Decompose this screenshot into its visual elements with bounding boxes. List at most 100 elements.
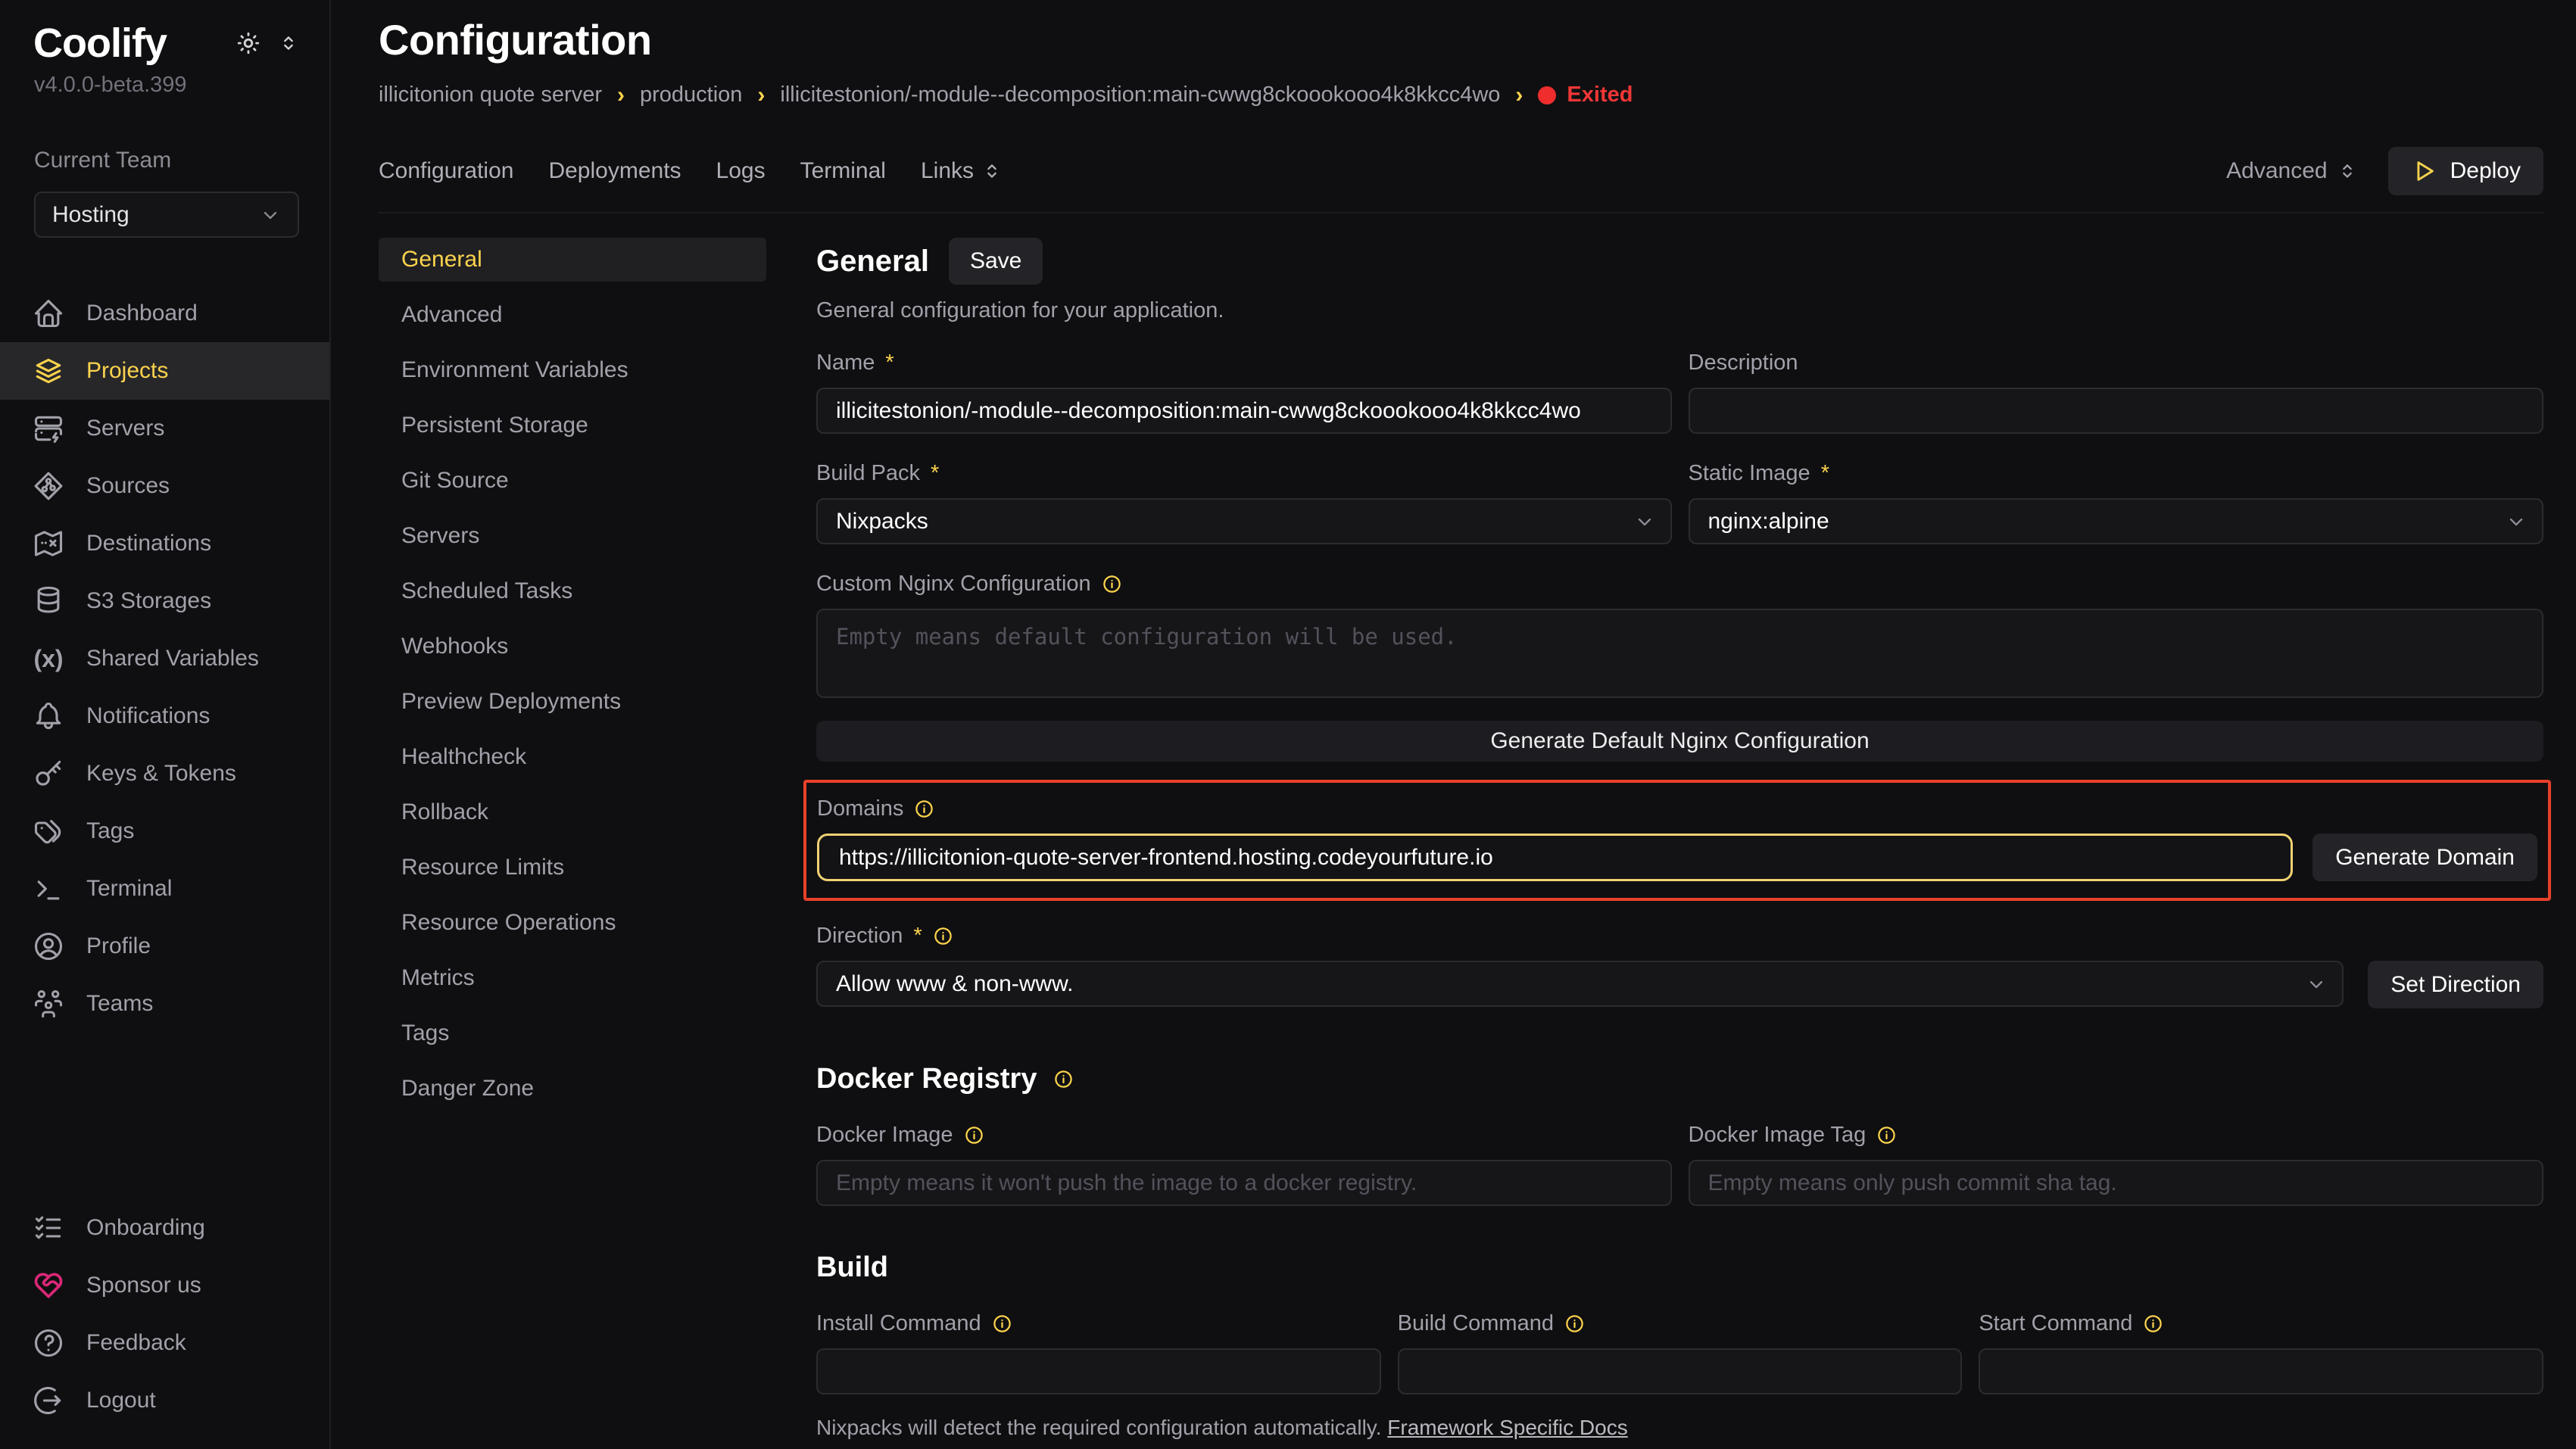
build-command-input[interactable] (1398, 1348, 1963, 1394)
theme-selector-chevron-icon[interactable] (278, 33, 299, 54)
info-icon (914, 799, 934, 819)
sidebar-item-notifications[interactable]: Notifications (0, 687, 329, 745)
play-icon (2411, 158, 2437, 184)
git-icon (32, 469, 65, 503)
sidebar-item-feedback[interactable]: Feedback (0, 1314, 329, 1372)
install-command-input[interactable] (816, 1348, 1381, 1394)
start-command-input[interactable] (1979, 1348, 2543, 1394)
subnav-item-scheduled-tasks[interactable]: Scheduled Tasks (379, 569, 766, 613)
theme-sun-icon[interactable] (235, 30, 261, 56)
tab-links[interactable]: Links (921, 158, 1003, 184)
nixpacks-note-text: Nixpacks will detect the required config… (816, 1416, 1387, 1439)
sidebar-item-dashboard[interactable]: Dashboard (0, 285, 329, 342)
subnav-item-tags[interactable]: Tags (379, 1011, 766, 1055)
settings-subnav: General Advanced Environment Variables P… (379, 238, 766, 1449)
status-badge: Exited (1538, 83, 1633, 108)
subnav-item-general[interactable]: General (379, 238, 766, 282)
docker-image-tag-input[interactable] (1689, 1160, 2544, 1206)
section-description: General configuration for your applicati… (816, 298, 2543, 323)
name-input[interactable] (816, 388, 1672, 434)
sidebar-item-label: Terminal (86, 876, 172, 902)
docker-image-tag-label: Docker Image Tag (1689, 1123, 1867, 1148)
build-pack-label: Build Pack (816, 461, 920, 486)
sidebar-item-label: Sources (86, 473, 170, 499)
status-dot-icon (1538, 86, 1556, 104)
database-icon (32, 584, 65, 618)
description-input[interactable] (1689, 388, 2544, 434)
static-image-select[interactable]: nginx:alpine (1689, 498, 2544, 544)
tab-configuration[interactable]: Configuration (379, 158, 513, 184)
sidebar-item-profile[interactable]: Profile (0, 918, 329, 975)
user-circle-icon (32, 930, 65, 963)
required-marker: * (913, 924, 922, 949)
section-title-build: Build (816, 1251, 888, 1284)
subnav-item-resource-operations[interactable]: Resource Operations (379, 901, 766, 945)
general-form: General Save General configuration for y… (816, 238, 2543, 1449)
subnav-item-preview-deployments[interactable]: Preview Deployments (379, 680, 766, 724)
sidebar-item-terminal[interactable]: Terminal (0, 860, 329, 918)
build-pack-select[interactable]: Nixpacks (816, 498, 1672, 544)
framework-docs-link[interactable]: Framework Specific Docs (1387, 1416, 1627, 1439)
tab-deployments[interactable]: Deployments (548, 158, 681, 184)
static-image-value: nginx:alpine (1708, 509, 1829, 534)
sidebar-item-sources[interactable]: Sources (0, 457, 329, 515)
sidebar-item-keys-tokens[interactable]: Keys & Tokens (0, 745, 329, 802)
tab-terminal[interactable]: Terminal (800, 158, 886, 184)
sidebar-nav: Dashboard Projects Servers Sources Desti… (0, 285, 329, 1033)
breadcrumb-resource[interactable]: illicitestonion/-module--decomposition:m… (780, 83, 1500, 108)
subnav-item-environment-variables[interactable]: Environment Variables (379, 348, 766, 392)
subnav-item-git-source[interactable]: Git Source (379, 459, 766, 503)
subnav-item-healthcheck[interactable]: Healthcheck (379, 735, 766, 779)
sidebar-item-label: Keys & Tokens (86, 761, 236, 787)
sidebar-item-label: Onboarding (86, 1215, 205, 1241)
subnav-item-advanced[interactable]: Advanced (379, 293, 766, 337)
sidebar-item-teams[interactable]: Teams (0, 975, 329, 1033)
main-content: Configuration illicitonion quote server … (331, 0, 2576, 1449)
generate-default-nginx-button[interactable]: Generate Default Nginx Configuration (816, 721, 2543, 762)
sidebar-item-sponsor-us[interactable]: Sponsor us (0, 1257, 329, 1314)
custom-nginx-textarea[interactable] (816, 609, 2543, 698)
sidebar-item-logout[interactable]: Logout (0, 1372, 329, 1429)
deploy-label: Deploy (2450, 158, 2521, 184)
subnav-item-danger-zone[interactable]: Danger Zone (379, 1067, 766, 1111)
breadcrumb-project[interactable]: illicitonion quote server (379, 83, 602, 108)
subnav-item-webhooks[interactable]: Webhooks (379, 625, 766, 668)
sidebar-item-servers[interactable]: Servers (0, 400, 329, 457)
info-icon (992, 1313, 1012, 1334)
save-button[interactable]: Save (949, 238, 1043, 285)
sidebar-item-onboarding[interactable]: Onboarding (0, 1199, 329, 1257)
domains-input[interactable] (817, 834, 2293, 881)
advanced-label: Advanced (2226, 158, 2327, 184)
sidebar-item-s3-storages[interactable]: S3 Storages (0, 572, 329, 630)
docker-image-input[interactable] (816, 1160, 1672, 1206)
terminal-icon (32, 872, 65, 905)
sidebar-item-destinations[interactable]: Destinations (0, 515, 329, 572)
set-direction-button[interactable]: Set Direction (2368, 961, 2543, 1008)
subnav-item-persistent-storage[interactable]: Persistent Storage (379, 404, 766, 447)
generate-domain-button[interactable]: Generate Domain (2312, 834, 2537, 881)
subnav-item-metrics[interactable]: Metrics (379, 956, 766, 1000)
tabs-bar: Configuration Deployments Logs Terminal … (379, 147, 2543, 213)
subnav-item-servers[interactable]: Servers (379, 514, 766, 558)
advanced-toggle[interactable]: Advanced (2226, 158, 2357, 184)
tab-logs[interactable]: Logs (716, 158, 766, 184)
subnav-item-resource-limits[interactable]: Resource Limits (379, 846, 766, 890)
description-label: Description (1689, 351, 1798, 375)
subnav-item-rollback[interactable]: Rollback (379, 790, 766, 834)
sidebar-item-projects[interactable]: Projects (0, 342, 329, 400)
map-icon (32, 527, 65, 560)
sidebar-item-label: Sponsor us (86, 1273, 201, 1298)
sidebar-item-tags[interactable]: Tags (0, 802, 329, 860)
key-icon (32, 757, 65, 790)
direction-select[interactable]: Allow www & non-www. (816, 961, 2344, 1007)
breadcrumb-environment[interactable]: production (640, 83, 742, 108)
sidebar-item-shared-variables[interactable]: (x) Shared Variables (0, 630, 329, 687)
sidebar-item-label: Shared Variables (86, 646, 259, 672)
chevron-right-icon: › (617, 84, 625, 107)
team-select[interactable]: Hosting (34, 192, 299, 238)
server-icon (32, 412, 65, 445)
sidebar-item-label: S3 Storages (86, 588, 211, 614)
info-icon (933, 926, 953, 946)
tab-links-label: Links (921, 158, 974, 184)
deploy-button[interactable]: Deploy (2388, 147, 2543, 195)
